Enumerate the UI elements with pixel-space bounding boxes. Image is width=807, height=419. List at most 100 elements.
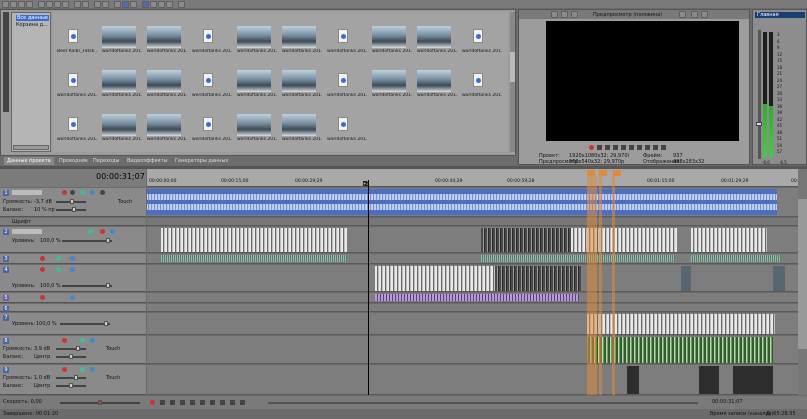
rate-slider[interactable]: [60, 400, 140, 405]
play-from-start-icon[interactable]: [170, 400, 175, 405]
lane-video-2[interactable]: [147, 227, 798, 253]
loop-icon[interactable]: [160, 400, 165, 405]
solo-icon[interactable]: [100, 190, 105, 195]
play-icon[interactable]: [180, 400, 185, 405]
lane-video-4[interactable]: [147, 265, 798, 292]
media-thumbnail[interactable]: worldoftanks 201...: [282, 26, 322, 54]
pan-slider[interactable]: [56, 383, 86, 388]
next-frame-icon[interactable]: [661, 145, 666, 150]
video-clip[interactable]: [161, 255, 347, 262]
media-thumbnail[interactable]: worldoftanks 201...: [57, 114, 97, 142]
mute-icon[interactable]: [90, 338, 95, 343]
tab-media-generators[interactable]: Генераторы данных: [172, 157, 231, 165]
trim-icon[interactable]: [102, 1, 109, 8]
snap-icon[interactable]: [114, 1, 121, 8]
lane-video-5[interactable]: [147, 293, 798, 303]
track-header-bus[interactable]: Шрифт: [0, 218, 146, 226]
mute-icon[interactable]: [110, 229, 115, 234]
volume-slider[interactable]: [56, 375, 86, 380]
paste-icon[interactable]: [54, 1, 61, 8]
help-icon[interactable]: [178, 1, 185, 8]
fx-chain-icon[interactable]: [40, 295, 45, 300]
video-clip[interactable]: [691, 255, 781, 262]
video-clip[interactable]: [375, 294, 579, 301]
go-to-end-icon[interactable]: [220, 400, 225, 405]
arm-record-icon[interactable]: [62, 190, 67, 195]
preview-settings-icon[interactable]: [551, 11, 558, 18]
track-fx-icon[interactable]: [70, 190, 75, 195]
go-to-end-icon[interactable]: [645, 145, 650, 150]
preview-quality-dropdown[interactable]: Предпросмотр (половина): [593, 12, 662, 18]
overlays-icon[interactable]: [679, 11, 686, 18]
video-clip[interactable]: [619, 228, 677, 252]
media-thumbnail[interactable]: worldoftanks 201...: [237, 26, 277, 54]
media-thumbnail[interactable]: worldoftanks 201...: [57, 70, 97, 98]
motion-icon[interactable]: [88, 229, 93, 234]
audio-clip[interactable]: [699, 366, 719, 394]
video-clip[interactable]: [773, 266, 785, 291]
media-thumbnail[interactable]: worldoftanks 201...: [192, 70, 232, 98]
automation-mode[interactable]: Touch: [106, 346, 120, 352]
media-thumbnail[interactable]: worldoftanks 201...: [417, 70, 457, 98]
media-thumbnail[interactable]: worldoftanks 201...: [147, 26, 187, 54]
media-thumbnail[interactable]: worldoftanks 201...: [237, 70, 277, 98]
track-header-video-4[interactable]: 4 Уровень: 100,0 %: [0, 265, 146, 292]
track-header-audio-1[interactable]: 1 Громкость: -3,7 dB Touch Баланс: 10 % …: [0, 188, 146, 217]
media-thumbnail[interactable]: worldoftanks 201...: [327, 26, 367, 54]
lane-video-7[interactable]: [147, 313, 798, 335]
timeline-vertical-scrollbar[interactable]: [798, 169, 807, 395]
envelope-tool-icon[interactable]: [150, 1, 157, 8]
video-clip[interactable]: [161, 228, 347, 252]
mute-icon[interactable]: [70, 267, 75, 272]
play-from-start-icon[interactable]: [605, 145, 610, 150]
audio-clip[interactable]: [627, 366, 639, 394]
media-thumbnail[interactable]: worldoftanks 201...: [192, 114, 232, 142]
track-header-video-7[interactable]: 7 Уровень: 100,0 %: [0, 313, 146, 335]
tree-scrollbar[interactable]: [13, 145, 49, 150]
save-snapshot-icon[interactable]: [701, 11, 708, 18]
lane-audio-1[interactable]: [147, 188, 798, 217]
video-clip[interactable]: [681, 266, 691, 291]
video-clip[interactable]: [481, 255, 675, 262]
time-ruler[interactable]: +3 00:00:00;00 00:00:15;00 00:00:29;29 00:0…: [147, 169, 807, 187]
media-thumbnail[interactable]: worldoftanks 201...: [462, 26, 502, 54]
go-to-start-icon[interactable]: [637, 145, 642, 150]
prev-frame-icon[interactable]: [230, 400, 235, 405]
copy-snapshot-icon[interactable]: [691, 11, 698, 18]
track-name-field[interactable]: [12, 229, 42, 234]
media-thumbnail[interactable]: worldoftanks 201...: [147, 70, 187, 98]
video-clip[interactable]: [481, 228, 571, 252]
media-scrollbar[interactable]: [510, 12, 515, 152]
automation-icon[interactable]: [80, 367, 85, 372]
media-thumbnail[interactable]: worldoftanks 201...: [282, 70, 322, 98]
pause-icon[interactable]: [621, 145, 626, 150]
master-fader[interactable]: [756, 30, 762, 159]
lock-envelopes-icon[interactable]: [130, 1, 137, 8]
media-thumbnail[interactable]: worldoftanks 201...: [237, 114, 277, 142]
media-thumbnail[interactable]: worldoftanks 201...: [327, 70, 367, 98]
stop-icon[interactable]: [200, 400, 205, 405]
cut-icon[interactable]: [38, 1, 45, 8]
stop-icon[interactable]: [629, 145, 634, 150]
media-thumbnail[interactable]: worldoftanks 201...: [102, 114, 142, 142]
automation-icon[interactable]: [80, 190, 85, 195]
level-slider[interactable]: [62, 238, 112, 243]
tree-item-bin[interactable]: Корзина д...: [16, 22, 48, 28]
playback-rate[interactable]: Скорость: 0,00: [3, 399, 42, 405]
arm-record-icon[interactable]: [62, 367, 67, 372]
copy-icon[interactable]: [46, 1, 53, 8]
media-thumbnail[interactable]: worldoftanks 201...: [102, 70, 142, 98]
volume-slider[interactable]: [56, 199, 86, 204]
fx-icon[interactable]: [571, 11, 578, 18]
properties-icon[interactable]: [26, 1, 33, 8]
video-clip[interactable]: [691, 228, 767, 252]
prev-frame-icon[interactable]: [653, 145, 658, 150]
tab-project-media[interactable]: Данные проекта: [4, 157, 54, 165]
media-thumbnail[interactable]: worldoftanks 201...: [462, 70, 502, 98]
lane-audio-9[interactable]: [147, 365, 798, 395]
media-thumbnail[interactable]: worldoftanks 201...: [417, 26, 457, 54]
record-icon[interactable]: [589, 145, 594, 150]
external-monitor-icon[interactable]: [561, 11, 568, 18]
pause-icon[interactable]: [190, 400, 195, 405]
media-thumbnail[interactable]: Beer Kolbr_Fatsk...: [57, 26, 97, 54]
